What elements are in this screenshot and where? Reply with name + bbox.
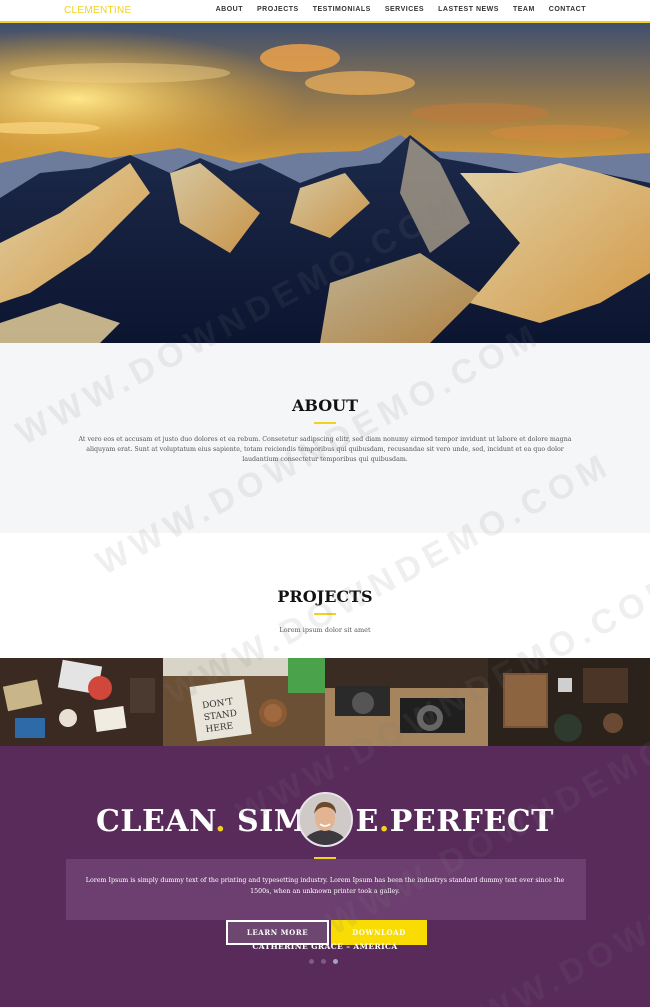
top-navbar: CLEMENTINE ABOUT PROJECTS TESTIMONIALS S… [0, 0, 650, 23]
nav-item-services[interactable]: SERVICES [385, 6, 424, 13]
headline-clean: CLEAN [96, 804, 216, 839]
mountain-illustration [0, 23, 650, 343]
headline-perfect: PERFECT [389, 804, 554, 839]
testimonial-avatar [298, 792, 353, 847]
nav-item-projects[interactable]: PROJECTS [257, 6, 299, 13]
nav-item-news[interactable]: LASTEST NEWS [438, 6, 499, 13]
projects-title-underline [314, 613, 336, 615]
slider-dots [309, 959, 338, 964]
project-tile-book[interactable]: DON'T STAND HERE [162, 658, 325, 746]
headline-dot-2: . [378, 804, 390, 839]
project-tile-notebook[interactable] [487, 658, 650, 746]
nav-item-contact[interactable]: CONTACT [549, 6, 586, 13]
about-title-underline [314, 422, 336, 424]
headline-dot-1: . [215, 804, 227, 839]
main-menu: ABOUT PROJECTS TESTIMONIALS SERVICES LAS… [216, 6, 586, 13]
nav-item-team[interactable]: TEAM [513, 6, 535, 13]
testimonial-author: CATHERINE GRACE – AMERICA [252, 942, 398, 951]
avatar-person-icon [300, 794, 351, 845]
headline-simple-end: E [355, 804, 379, 839]
nav-item-about[interactable]: ABOUT [216, 6, 243, 13]
projects-subtitle: Lorem ipsum dolor sit amet [279, 626, 371, 634]
slider-dot-2[interactable] [321, 959, 326, 964]
headline-simple-start: SIM [226, 804, 308, 839]
project-tile-cameras[interactable] [325, 658, 488, 746]
slider-dot-1[interactable] [309, 959, 314, 964]
project-tile-stationery[interactable] [0, 658, 163, 746]
about-title: ABOUT [291, 396, 359, 415]
hero-mountain-image [0, 23, 650, 343]
brand-logo[interactable]: CLEMENTINE [64, 5, 131, 16]
about-section: ABOUT At vero eos et accusam et justo du… [0, 343, 650, 533]
projects-title: PROJECTS [277, 587, 373, 606]
about-paragraph: At vero eos et accusam et justo duo dolo… [78, 436, 572, 464]
testimonial-quote: Lorem Ipsum is simply dummy text of the … [85, 877, 565, 895]
nav-item-testimonials[interactable]: TESTIMONIALS [313, 6, 371, 13]
testimonial-section: CLEAN. SIM E.PERFECT Lorem Ipsum is simpl… [0, 746, 650, 1007]
project-gallery: DON'T STAND HERE [0, 658, 650, 746]
projects-section: PROJECTS Lorem ipsum dolor sit amet [0, 533, 650, 658]
slider-dot-3-active[interactable] [333, 959, 338, 964]
